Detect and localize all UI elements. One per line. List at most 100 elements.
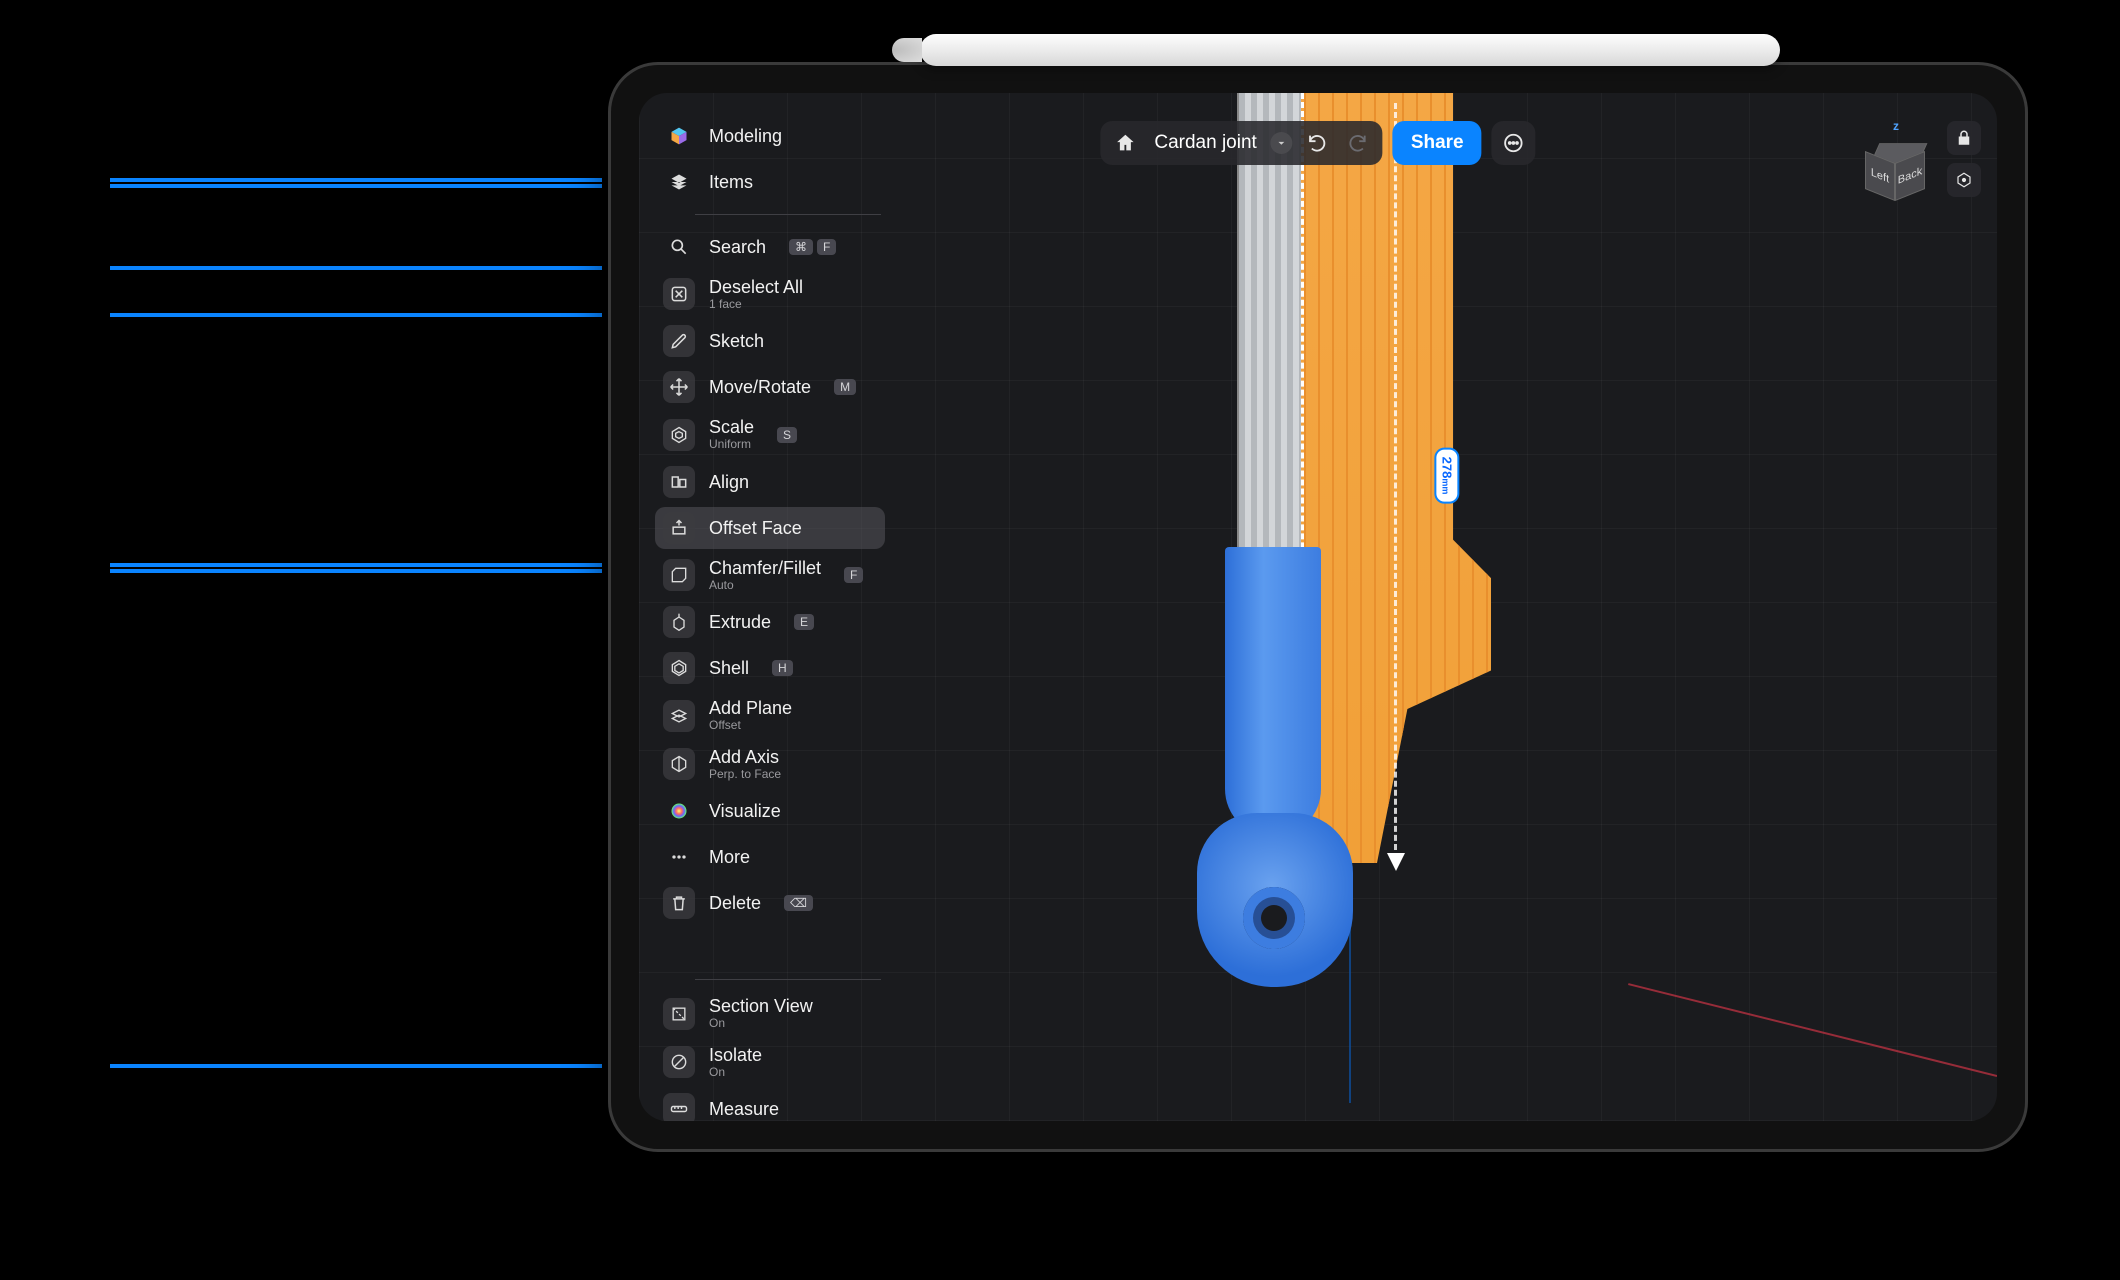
search-icon	[663, 231, 695, 263]
keycap-m: M	[834, 379, 856, 395]
sidebar-item-align[interactable]: Align	[655, 461, 885, 503]
more-icon	[663, 841, 695, 873]
label-search: Search	[709, 237, 766, 258]
sidebar-item-add-plane[interactable]: Add Plane Offset	[655, 693, 885, 737]
label-modeling: Modeling	[709, 126, 782, 147]
sidebar-item-offset[interactable]: Offset Face	[655, 507, 885, 549]
sidebar-item-move[interactable]: Move/Rotate M	[655, 366, 885, 408]
shell-icon	[663, 652, 695, 684]
sidebar-item-search[interactable]: Search ⌘ F	[655, 226, 885, 268]
move-icon	[663, 371, 695, 403]
cube-colored-icon	[663, 120, 695, 152]
offset-face-icon	[663, 512, 695, 544]
ipad-frame: Cardan joint Share z	[608, 62, 2028, 1152]
sidebar-item-chamfer[interactable]: Chamfer/Fillet Auto F	[655, 553, 885, 597]
label-section: Section View	[709, 996, 813, 1017]
section-plane[interactable]	[1301, 93, 1491, 863]
sidebar-item-sketch[interactable]: Sketch	[655, 320, 885, 362]
sketch-icon	[663, 325, 695, 357]
extrude-direction-arrow[interactable]	[1387, 853, 1405, 871]
label-extrude: Extrude	[709, 612, 771, 633]
title-dropdown[interactable]	[1271, 132, 1293, 154]
snap-toggle-button[interactable]	[1947, 163, 1981, 197]
sidebar-item-more[interactable]: More	[655, 836, 885, 878]
label-scale: Scale	[709, 417, 754, 438]
callout-line	[110, 563, 650, 567]
deselect-icon	[663, 278, 695, 310]
callout-line	[110, 178, 650, 182]
selection-highlight	[1247, 93, 1339, 103]
sidebar-item-deselect[interactable]: Deselect All 1 face	[655, 272, 885, 316]
axis-line-z	[1349, 163, 1351, 1103]
undo-button[interactable]	[1303, 128, 1333, 158]
view-controls: z Left Back	[1861, 121, 1981, 217]
sidebar-item-scale[interactable]: Scale Uniform S	[655, 412, 885, 456]
plane-icon	[663, 700, 695, 732]
apple-pencil	[920, 34, 1780, 66]
sub-axis: Perp. to Face	[709, 768, 781, 782]
home-button[interactable]	[1110, 128, 1140, 158]
model-bore	[1243, 887, 1305, 949]
axis-icon	[663, 748, 695, 780]
keycap-e: E	[794, 614, 814, 630]
chamfer-icon	[663, 559, 695, 591]
dimension-unit: mm	[1440, 478, 1450, 494]
sidebar-item-add-axis[interactable]: Add Axis Perp. to Face	[655, 742, 885, 786]
sidebar-item-modeling[interactable]: Modeling	[655, 115, 885, 157]
scale-icon	[663, 419, 695, 451]
divider	[695, 214, 881, 215]
sidebar-item-isolate[interactable]: Isolate On	[655, 1040, 885, 1084]
label-shell: Shell	[709, 658, 749, 679]
keycap-f: F	[817, 239, 836, 255]
model-knuckle	[1197, 813, 1353, 987]
sidebar-item-measure[interactable]: Measure	[655, 1088, 885, 1121]
label-move: Move/Rotate	[709, 377, 811, 398]
layers-icon	[663, 166, 695, 198]
callout-line	[110, 266, 650, 270]
document-title[interactable]: Cardan joint	[1150, 132, 1260, 154]
label-plane: Add Plane	[709, 698, 792, 719]
align-icon	[663, 466, 695, 498]
label-isolate: Isolate	[709, 1045, 762, 1066]
sidebar-item-delete[interactable]: Delete ⌫	[655, 882, 885, 924]
sub-scale: Uniform	[709, 438, 754, 452]
callout-line	[110, 1064, 650, 1068]
share-button[interactable]: Share	[1393, 121, 1482, 165]
sidebar-item-shell[interactable]: Shell H	[655, 647, 885, 689]
tool-sidebar: Modeling Items Search ⌘ F	[655, 115, 885, 1121]
axis-line-x	[1628, 983, 1997, 1077]
section-icon	[663, 998, 695, 1030]
label-sketch: Sketch	[709, 331, 764, 352]
divider	[695, 979, 881, 980]
isolate-icon	[663, 1046, 695, 1078]
dimension-badge[interactable]: 278mm	[1434, 448, 1459, 504]
label-align: Align	[709, 472, 749, 493]
label-axis: Add Axis	[709, 747, 781, 768]
callout-line	[110, 313, 650, 317]
dimension-value: 278	[1439, 457, 1454, 479]
measure-icon	[663, 1093, 695, 1121]
sidebar-item-items-panel[interactable]: Items	[655, 161, 885, 203]
model-body	[1225, 547, 1321, 837]
callout-line	[110, 569, 650, 573]
nav-cube[interactable]: z Left Back	[1861, 121, 1939, 217]
top-toolbar: Cardan joint Share	[1100, 121, 1535, 165]
sub-deselect: 1 face	[709, 298, 803, 312]
sidebar-item-extrude[interactable]: Extrude E	[655, 601, 885, 643]
section-centerline	[1394, 103, 1397, 859]
more-button[interactable]	[1492, 121, 1536, 165]
callout-line	[110, 184, 650, 188]
label-visualize: Visualize	[709, 801, 781, 822]
sidebar-item-visualize[interactable]: Visualize	[655, 790, 885, 832]
sub-chamfer: Auto	[709, 579, 821, 593]
trash-icon	[663, 887, 695, 919]
redo-button[interactable]	[1343, 128, 1373, 158]
sub-isolate: On	[709, 1066, 762, 1080]
sub-plane: Offset	[709, 719, 792, 733]
app-screen: Cardan joint Share z	[639, 93, 1997, 1121]
lock-view-button[interactable]	[1947, 121, 1981, 155]
sidebar-item-section-view[interactable]: Section View On	[655, 991, 885, 1035]
label-deselect: Deselect All	[709, 277, 803, 298]
axis-z-label: z	[1893, 119, 1899, 133]
label-offset: Offset Face	[709, 518, 802, 539]
